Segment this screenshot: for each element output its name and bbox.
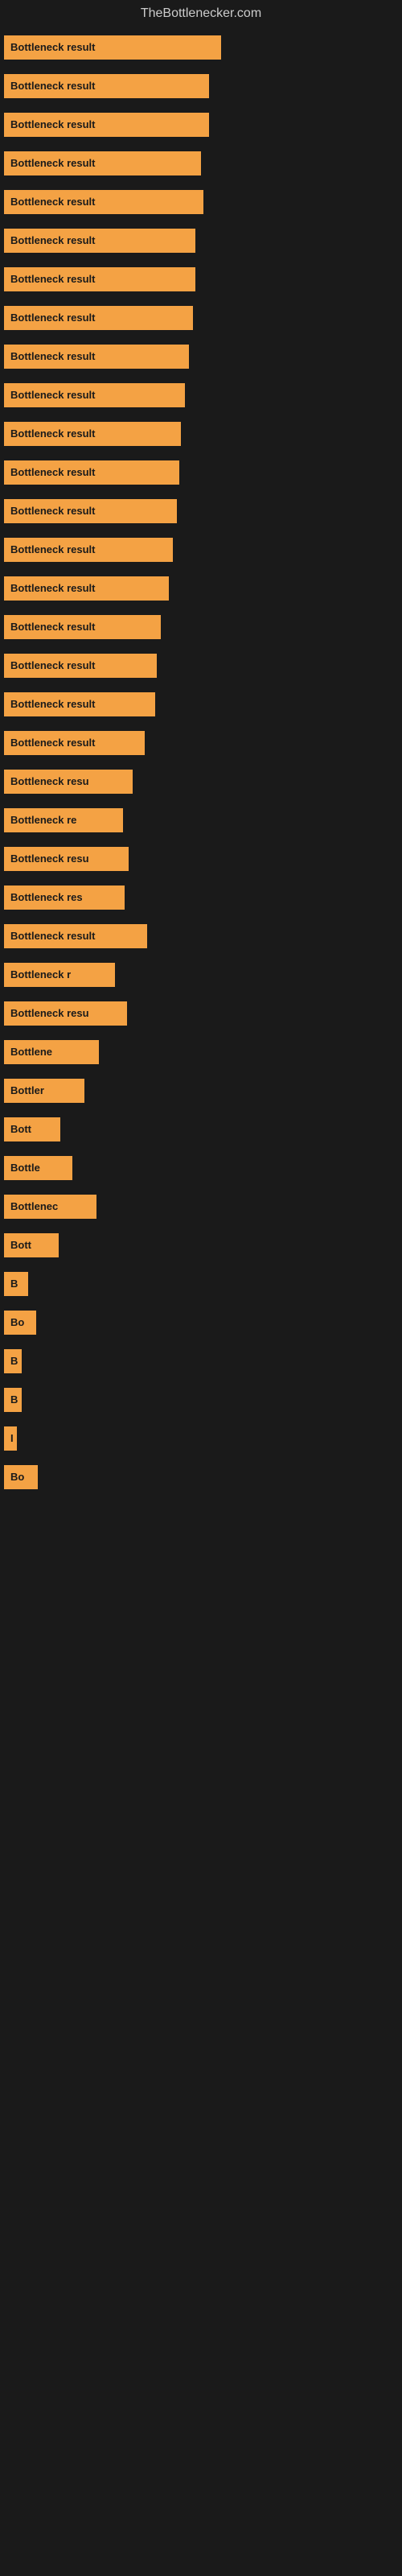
- bar-row: Bott: [0, 1117, 402, 1141]
- bar-row: Bottleneck result: [0, 383, 402, 407]
- bar-row: Bottleneck result: [0, 654, 402, 678]
- bar-row: Bottleneck result: [0, 731, 402, 755]
- bar-row: B: [0, 1388, 402, 1412]
- bar-row: Bottleneck result: [0, 576, 402, 601]
- bar-row: Bottleneck result: [0, 35, 402, 60]
- bottleneck-bar: Bo: [4, 1311, 36, 1335]
- bottleneck-bar: Bottleneck result: [4, 345, 189, 369]
- bar-row: Bottleneck result: [0, 924, 402, 948]
- site-title: TheBottlenecker.com: [0, 0, 402, 27]
- bottleneck-bar: Bottleneck result: [4, 692, 155, 716]
- bar-row: Bottleneck r: [0, 963, 402, 987]
- bar-row: Bottleneck result: [0, 306, 402, 330]
- bottleneck-bar: Bottleneck res: [4, 886, 125, 910]
- bottleneck-bar: Bottleneck result: [4, 615, 161, 639]
- bottleneck-bar: Bottleneck result: [4, 576, 169, 601]
- bottleneck-bar: Bottleneck result: [4, 422, 181, 446]
- bottleneck-bar: Bottleneck result: [4, 113, 209, 137]
- bottleneck-bar: Bottleneck re: [4, 808, 123, 832]
- bottleneck-bar: Bottleneck result: [4, 499, 177, 523]
- bar-row: B: [0, 1272, 402, 1296]
- bottleneck-bar: Bottleneck result: [4, 74, 209, 98]
- bottleneck-bar: Bottleneck resu: [4, 847, 129, 871]
- bottleneck-bar: Bott: [4, 1233, 59, 1257]
- bar-row: Bottleneck result: [0, 345, 402, 369]
- bottleneck-bar: Bott: [4, 1117, 60, 1141]
- bottleneck-bar: Bottleneck resu: [4, 1001, 127, 1026]
- bottleneck-bar: Bottleneck result: [4, 538, 173, 562]
- bar-row: Bottlenec: [0, 1195, 402, 1219]
- bar-row: Bottlene: [0, 1040, 402, 1064]
- bottleneck-bar: Bottlenec: [4, 1195, 96, 1219]
- bottleneck-bar: Bottler: [4, 1079, 84, 1103]
- bottleneck-bar: Bottleneck result: [4, 383, 185, 407]
- bar-row: Bottle: [0, 1156, 402, 1180]
- bar-row: Bo: [0, 1465, 402, 1489]
- bar-row: Bottleneck result: [0, 499, 402, 523]
- bar-row: Bottleneck res: [0, 886, 402, 910]
- bottleneck-bar: I: [4, 1426, 17, 1451]
- bar-row: Bottleneck result: [0, 151, 402, 175]
- bar-row: Bottleneck result: [0, 267, 402, 291]
- bar-row: Bottleneck result: [0, 692, 402, 716]
- bottleneck-bar: B: [4, 1349, 22, 1373]
- bar-row: Bottleneck result: [0, 229, 402, 253]
- bottleneck-bar: Bottleneck result: [4, 151, 201, 175]
- bar-row: Bo: [0, 1311, 402, 1335]
- bar-row: I: [0, 1426, 402, 1451]
- bottleneck-bar: Bottleneck result: [4, 229, 195, 253]
- bar-row: Bottler: [0, 1079, 402, 1103]
- bottleneck-bar: Bottleneck result: [4, 924, 147, 948]
- bottleneck-bar: Bottleneck result: [4, 306, 193, 330]
- bottleneck-bar: Bottleneck result: [4, 731, 145, 755]
- bar-row: B: [0, 1349, 402, 1373]
- bottleneck-bar: Bottleneck result: [4, 267, 195, 291]
- bar-row: Bottleneck result: [0, 422, 402, 446]
- bar-row: Bottleneck resu: [0, 770, 402, 794]
- bar-row: Bottleneck resu: [0, 1001, 402, 1026]
- bottleneck-bar: Bottle: [4, 1156, 72, 1180]
- bottleneck-bar: Bottleneck r: [4, 963, 115, 987]
- bar-row: Bottleneck result: [0, 190, 402, 214]
- bar-row: Bottleneck result: [0, 615, 402, 639]
- bar-row: Bottleneck result: [0, 74, 402, 98]
- bottleneck-bar: B: [4, 1272, 28, 1296]
- bottleneck-bar: Bottleneck result: [4, 190, 203, 214]
- bottleneck-bar: Bottleneck result: [4, 654, 157, 678]
- bottleneck-bar: Bottlene: [4, 1040, 99, 1064]
- bars-container: Bottleneck result Bottleneck result Bottle…: [0, 27, 402, 1512]
- bar-row: Bottleneck resu: [0, 847, 402, 871]
- bar-row: Bott: [0, 1233, 402, 1257]
- bar-row: Bottleneck re: [0, 808, 402, 832]
- bottleneck-bar: B: [4, 1388, 22, 1412]
- bottleneck-bar: Bottleneck result: [4, 460, 179, 485]
- bottleneck-bar: Bottleneck result: [4, 35, 221, 60]
- bar-row: Bottleneck result: [0, 113, 402, 137]
- bottleneck-bar: Bo: [4, 1465, 38, 1489]
- bar-row: Bottleneck result: [0, 538, 402, 562]
- bottleneck-bar: Bottleneck resu: [4, 770, 133, 794]
- bar-row: Bottleneck result: [0, 460, 402, 485]
